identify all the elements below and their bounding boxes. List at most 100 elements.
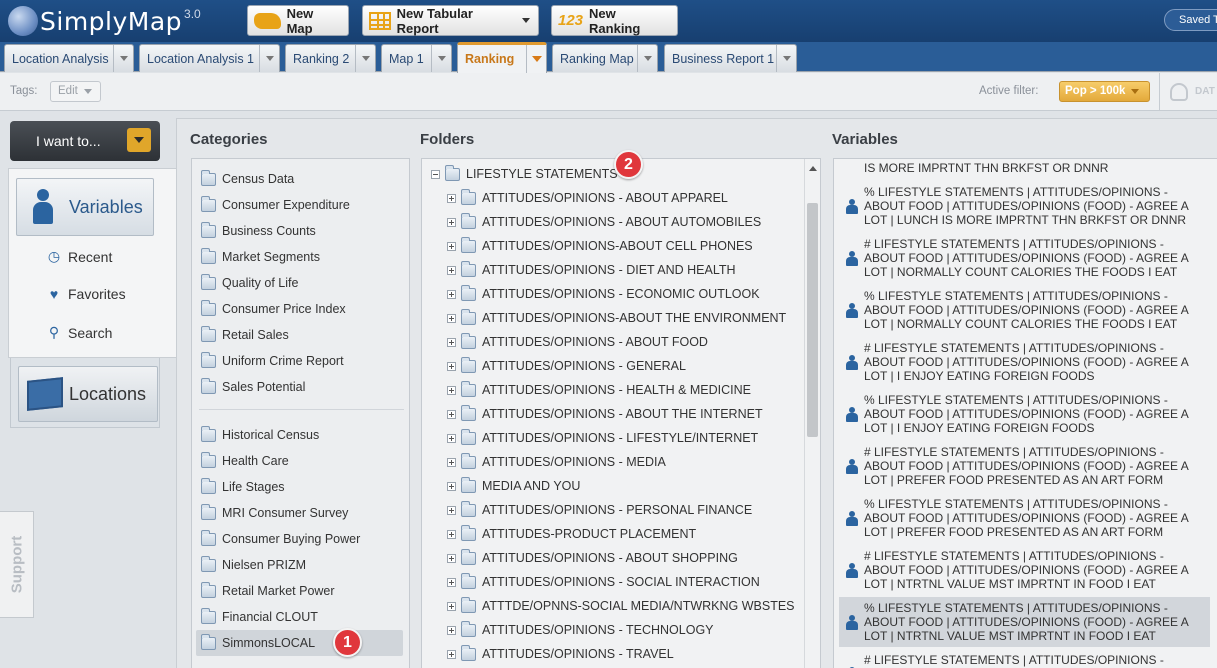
tab-ranking-2[interactable]: Ranking 2 xyxy=(285,44,376,72)
variable-item[interactable]: % LIFESTYLE STATEMENTS | ATTITUDES/OPINI… xyxy=(845,601,1205,643)
tab-business-report-1[interactable]: Business Report 1 xyxy=(664,44,797,72)
new-tabular-report-button[interactable]: New Tabular Report xyxy=(362,5,539,36)
folder-item[interactable]: ATTITUDES/OPINIONS - ABOUT AUTOMOBILES xyxy=(447,212,761,231)
expand-icon[interactable] xyxy=(447,553,456,563)
variable-item[interactable]: % LIFESTYLE STATEMENTS | ATTITUDES/OPINI… xyxy=(845,497,1205,539)
expand-icon[interactable] xyxy=(447,337,456,347)
nav-search[interactable]: ⚲ Search xyxy=(46,324,113,341)
folder-item[interactable]: ATTITUDES/OPINIONS - ABOUT FOOD xyxy=(447,332,708,351)
category-item[interactable]: Nielsen PRIZM xyxy=(201,555,306,575)
variable-item[interactable]: # LIFESTYLE STATEMENTS | ATTITUDES/OPINI… xyxy=(845,549,1205,591)
nav-favorites[interactable]: ♥ Favorites xyxy=(46,286,126,302)
folder-item[interactable]: ATTITUDES/OPINIONS - PERSONAL FINANCE xyxy=(447,500,752,519)
category-item[interactable]: Uniform Crime Report xyxy=(201,351,344,371)
variable-item[interactable]: % LIFESTYLE STATEMENTS | ATTITUDES/OPINI… xyxy=(845,393,1205,435)
category-item[interactable]: Life Stages xyxy=(201,477,285,497)
folder-item[interactable]: ATTITUDES/OPINIONS - SOCIAL INTERACTION xyxy=(447,572,760,591)
variable-item[interactable]: # LIFESTYLE STATEMENTS | ATTITUDES/OPINI… xyxy=(845,341,1205,383)
folder-item[interactable]: ATTITUDES/OPINIONS - HEALTH & MEDICINE xyxy=(447,380,751,399)
tab-menu-chevron-icon[interactable] xyxy=(259,45,279,72)
expand-icon[interactable] xyxy=(447,385,456,395)
folder-root[interactable]: LIFESTYLE STATEMENTS xyxy=(431,164,618,183)
expand-icon[interactable] xyxy=(447,217,456,227)
expand-icon[interactable] xyxy=(447,289,456,299)
category-item[interactable]: Financial CLOUT xyxy=(201,607,318,627)
expand-icon[interactable] xyxy=(447,361,456,371)
i-want-to-dropdown[interactable]: I want to... xyxy=(10,121,160,161)
expand-icon[interactable] xyxy=(447,433,456,443)
tab-menu-chevron-icon[interactable] xyxy=(526,45,546,73)
expand-icon[interactable] xyxy=(447,625,456,635)
category-item[interactable]: Consumer Price Index xyxy=(201,299,346,319)
folder-item[interactable]: ATTTDE/OPNNS-SOCIAL MEDIA/NTWRKNG WBSTES xyxy=(447,596,795,615)
folder-item[interactable]: ATTITUDES/OPINIONS - MEDIA xyxy=(447,452,666,471)
tab-menu-chevron-icon[interactable] xyxy=(355,45,375,72)
variable-item[interactable]: % LIFESTYLE STATEMENTS | ATTITUDES/OPINI… xyxy=(845,289,1205,331)
folder-item[interactable]: MEDIA AND YOU xyxy=(447,476,580,495)
expand-icon[interactable] xyxy=(447,265,456,275)
tags-edit-dropdown[interactable]: Edit xyxy=(50,81,101,102)
expand-icon[interactable] xyxy=(447,481,456,491)
scroll-up-icon[interactable] xyxy=(809,166,817,171)
tab-menu-chevron-icon[interactable] xyxy=(113,45,133,72)
saved-button[interactable]: Saved T xyxy=(1164,9,1217,31)
folder-item[interactable]: ATTITUDES/OPINIONS - ABOUT SHOPPING xyxy=(447,548,738,567)
expand-icon[interactable] xyxy=(447,313,456,323)
category-item[interactable]: Consumer Buying Power xyxy=(201,529,360,549)
expand-icon[interactable] xyxy=(447,649,456,659)
expand-icon[interactable] xyxy=(447,505,456,515)
variable-item[interactable]: # LIFESTYLE STATEMENTS | ATTITUDES/OPINI… xyxy=(845,445,1205,487)
nav-variables-button[interactable]: Variables xyxy=(16,178,154,236)
category-item[interactable]: Census Data xyxy=(201,169,294,189)
folder-item[interactable]: ATTITUDES/OPINIONS-ABOUT THE ENVIRONMENT xyxy=(447,308,786,327)
variable-item[interactable]: % LIFESTYLE STATEMENTS | ATTITUDES/OPINI… xyxy=(845,185,1205,227)
category-item[interactable]: Historical Census xyxy=(201,425,319,445)
support-tab[interactable]: Support xyxy=(0,511,34,618)
category-item[interactable]: Health Care xyxy=(201,451,289,471)
scroll-thumb[interactable] xyxy=(807,203,818,437)
category-item[interactable]: Consumer Expenditure xyxy=(201,195,350,215)
folder-item[interactable]: ATTITUDES/OPINIONS - TECHNOLOGY xyxy=(447,620,714,639)
expand-icon[interactable] xyxy=(447,457,456,467)
folder-item[interactable]: ATTITUDES/OPINIONS - GENERAL xyxy=(447,356,686,375)
folder-item[interactable]: ATTITUDES-PRODUCT PLACEMENT xyxy=(447,524,696,543)
category-item[interactable]: Sales Potential xyxy=(201,377,305,397)
expand-icon[interactable] xyxy=(447,601,456,611)
variable-item[interactable]: # LIFESTYLE STATEMENTS | ATTITUDES/OPINI… xyxy=(845,653,1205,668)
nav-locations-button[interactable]: Locations xyxy=(18,366,158,422)
category-item[interactable]: Market Segments xyxy=(201,247,320,267)
tab-location-analysis[interactable]: Location Analysis xyxy=(4,44,134,72)
folder-item[interactable]: ATTITUDES/OPINIONS - ECONOMIC OUTLOOK xyxy=(447,284,760,303)
app-logo[interactable]: SimplyMap 3.0 xyxy=(8,4,201,38)
new-ranking-button[interactable]: 123 New Ranking xyxy=(551,5,678,36)
tab-map-1[interactable]: Map 1 xyxy=(381,44,452,72)
folder-item[interactable]: ATTITUDES/OPINIONS - TRAVEL xyxy=(447,644,674,663)
category-item[interactable]: Quality of Life xyxy=(201,273,298,293)
new-map-button[interactable]: New Map xyxy=(247,5,349,36)
active-filter-dropdown[interactable]: Pop > 100k xyxy=(1059,81,1150,102)
tab-menu-chevron-icon[interactable] xyxy=(637,45,657,72)
folder-item[interactable]: ATTITUDES/OPINIONS-ABOUT CELL PHONES xyxy=(447,236,753,255)
tab-ranking-map[interactable]: Ranking Map xyxy=(552,44,658,72)
collapse-icon[interactable] xyxy=(431,169,440,179)
variable-item-partial[interactable]: IS MORE IMPRTNT THN BRKFST OR DNNR xyxy=(845,161,1205,175)
tab-location-analysis-1[interactable]: Location Analysis 1 xyxy=(139,44,280,72)
variable-item[interactable]: # LIFESTYLE STATEMENTS | ATTITUDES/OPINI… xyxy=(845,237,1205,279)
tab-menu-chevron-icon[interactable] xyxy=(776,45,796,72)
folder-item[interactable]: ATTITUDES/OPINIONS - LIFESTYLE/INTERNET xyxy=(447,428,758,447)
expand-icon[interactable] xyxy=(447,241,456,251)
tab-ranking[interactable]: Ranking xyxy=(457,42,547,73)
expand-icon[interactable] xyxy=(447,529,456,539)
category-item[interactable]: MRI Consumer Survey xyxy=(201,503,348,523)
tab-menu-chevron-icon[interactable] xyxy=(431,45,451,72)
nav-recent[interactable]: ◷ Recent xyxy=(46,248,112,265)
folder-item[interactable]: ATTITUDES/OPINIONS - ABOUT THE INTERNET xyxy=(447,404,763,423)
category-item[interactable]: Retail Sales xyxy=(201,325,289,345)
data-filter-icon[interactable] xyxy=(1170,83,1188,101)
expand-icon[interactable] xyxy=(447,409,456,419)
folder-item[interactable]: ATTITUDES/OPINIONS - ABOUT APPAREL xyxy=(447,188,728,207)
expand-icon[interactable] xyxy=(447,193,456,203)
folder-item[interactable]: ATTITUDES/OPINIONS - DIET AND HEALTH xyxy=(447,260,736,279)
category-item[interactable]: SimmonsLOCAL xyxy=(201,633,315,653)
data-filter-label[interactable]: DAT xyxy=(1195,86,1215,97)
